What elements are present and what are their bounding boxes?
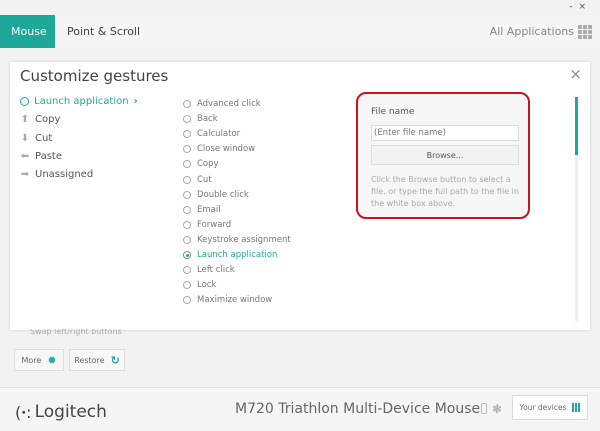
- your-devices-button[interactable]: Your devices: [512, 395, 588, 420]
- action-option[interactable]: Lock: [183, 280, 216, 290]
- logo-icon: (ꞏ:: [15, 403, 32, 422]
- device-name: M720 Triathlon Multi-Device Mouse: [235, 401, 481, 417]
- circle-icon: [20, 97, 29, 106]
- logitech-logo: (ꞏ: Logitech: [15, 401, 107, 423]
- your-devices-label: Your devices: [519, 403, 567, 412]
- radio-button[interactable]: [183, 115, 191, 124]
- action-option[interactable]: Keystroke assignment: [183, 235, 291, 245]
- option-label: Email: [197, 204, 221, 215]
- restore-label: Restore: [74, 355, 105, 365]
- scrollbar-thumb[interactable]: [575, 97, 578, 155]
- option-label: Keystroke assignment: [197, 234, 291, 245]
- window-controls: -×: [569, 2, 592, 12]
- radio-button[interactable]: [183, 266, 191, 275]
- gesture-label: Unassigned: [35, 169, 94, 181]
- radio-button[interactable]: [183, 296, 191, 305]
- gear-icon: ✹: [47, 353, 57, 367]
- radio-button[interactable]: [183, 251, 191, 259]
- option-label: Advanced click: [197, 99, 261, 109]
- gesture-item[interactable]: ➡ Unassigned: [20, 169, 93, 180]
- devices-icon: [572, 403, 581, 412]
- tab-mouse[interactable]: Mouse: [0, 15, 55, 48]
- gesture-item[interactable]: ⬇ Cut: [20, 133, 52, 144]
- more-label: More: [21, 355, 42, 365]
- close-window-button[interactable]: ×: [578, 2, 592, 12]
- file-name-help: Click the Browse button to select a file…: [371, 175, 519, 208]
- browse-button[interactable]: Browse...: [371, 145, 519, 165]
- swap-buttons-label: Swap left/right buttons: [30, 329, 122, 336]
- all-applications-button[interactable]: All Applications: [490, 15, 592, 48]
- more-button[interactable]: More ✹: [14, 349, 64, 371]
- all-applications-label: All Applications: [489, 25, 574, 38]
- restore-icon: ↻: [110, 353, 120, 367]
- gesture-label: Copy: [35, 114, 61, 126]
- tab-point-scroll[interactable]: Point & Scroll: [56, 15, 151, 48]
- radio-button[interactable]: [183, 190, 191, 199]
- file-name-box: File name Browse... Click the Browse but…: [356, 92, 530, 219]
- settings-icon[interactable]: ❃: [492, 402, 502, 416]
- option-label: Lock: [197, 280, 217, 291]
- grid-icon: [578, 25, 592, 39]
- option-label: Forward: [197, 219, 232, 230]
- action-option[interactable]: Copy: [183, 159, 219, 169]
- action-option[interactable]: Double click: [183, 190, 249, 200]
- action-option[interactable]: Back: [183, 114, 218, 124]
- action-option[interactable]: Cut: [183, 175, 212, 185]
- radio-button[interactable]: [183, 281, 191, 290]
- file-name-input[interactable]: [371, 125, 519, 141]
- option-label: Cut: [197, 174, 212, 185]
- battery-icon: [481, 403, 487, 414]
- radio-button[interactable]: [183, 130, 191, 139]
- gesture-item[interactable]: ⬆ Copy: [20, 114, 61, 126]
- option-label: Double click: [197, 189, 249, 200]
- option-label: Launch application: [197, 250, 278, 260]
- radio-button[interactable]: [183, 100, 191, 108]
- option-label: Maximize window: [197, 295, 273, 306]
- gesture-label: Cut: [35, 132, 53, 144]
- radio-button[interactable]: [183, 175, 191, 184]
- brand-name: Logitech: [34, 402, 107, 422]
- option-label: Copy: [197, 159, 219, 170]
- gesture-item[interactable]: ⬅ Paste: [20, 151, 62, 162]
- action-option[interactable]: Email: [183, 205, 221, 215]
- radio-button[interactable]: [183, 205, 191, 214]
- footer: (ꞏ: Logitech M720 Triathlon Multi-Device …: [0, 388, 600, 431]
- panel-title: Customize gestures: [20, 67, 169, 85]
- action-option[interactable]: Forward: [183, 220, 231, 230]
- arrow-left-icon: ⬅: [20, 150, 30, 162]
- close-panel-button[interactable]: ×: [569, 65, 582, 83]
- action-option[interactable]: Left click: [183, 265, 235, 275]
- arrow-up-icon: ⬆: [20, 114, 30, 126]
- restore-button[interactable]: Restore ↻: [69, 349, 125, 371]
- option-label: Close window: [197, 144, 256, 155]
- chevron-right-icon: ›: [133, 96, 138, 107]
- option-label: Back: [197, 114, 218, 125]
- option-label: Left click: [197, 265, 235, 276]
- radio-button[interactable]: [183, 235, 191, 244]
- arrow-right-icon: ➡: [20, 169, 30, 181]
- file-name-label: File name: [371, 107, 415, 117]
- arrow-down-icon: ⬇: [20, 132, 30, 144]
- radio-button[interactable]: [183, 145, 191, 154]
- radio-button[interactable]: [183, 220, 191, 229]
- action-option[interactable]: Maximize window: [183, 295, 272, 305]
- action-option[interactable]: Calculator: [183, 129, 240, 139]
- gesture-label: Launch application: [34, 96, 129, 107]
- radio-button[interactable]: [183, 160, 191, 169]
- gesture-label: Paste: [35, 150, 62, 162]
- action-option[interactable]: Advanced click: [183, 99, 261, 109]
- customize-gestures-panel: Customize gestures × Launch application ›…: [10, 62, 590, 330]
- gesture-item[interactable]: Launch application ›: [20, 96, 138, 107]
- action-option[interactable]: Close window: [183, 144, 255, 154]
- option-label: Calculator: [197, 129, 241, 140]
- action-option[interactable]: Launch application: [183, 250, 277, 260]
- tab-bar: Mouse Point & Scroll All Applications: [0, 15, 600, 48]
